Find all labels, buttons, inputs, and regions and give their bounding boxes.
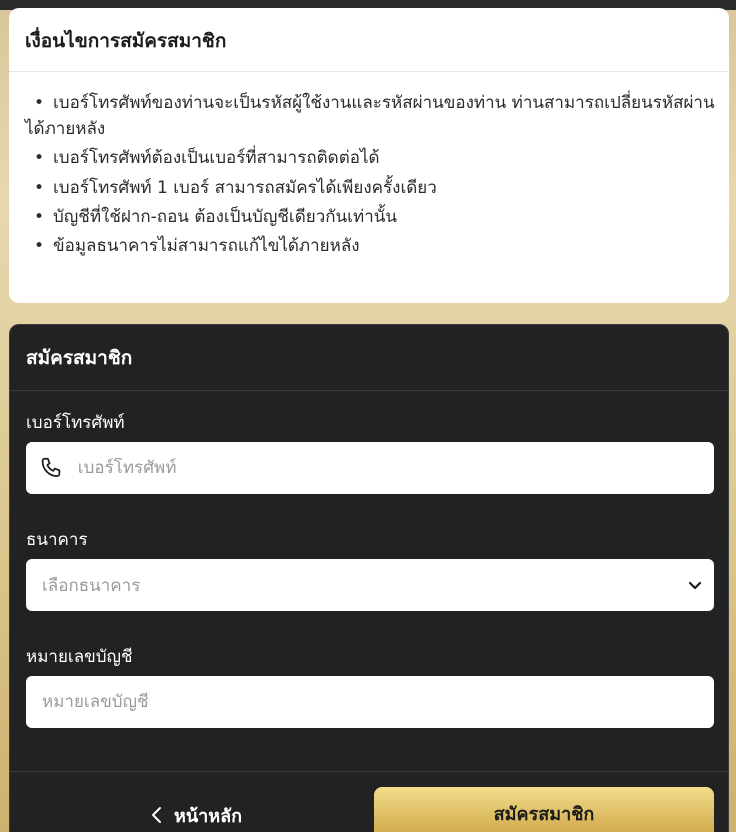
phone-input[interactable] bbox=[77, 458, 714, 478]
bank-select[interactable]: เลือกธนาคาร bbox=[26, 559, 714, 611]
phone-label: เบอร์โทรศัพท์ bbox=[26, 413, 125, 433]
terms-card: เงื่อนไขการสมัครสมาชิก • เบอร์โทรศัพท์ของ… bbox=[9, 8, 729, 303]
account-field[interactable] bbox=[26, 676, 714, 728]
bullet-icon: • bbox=[33, 148, 45, 169]
list-item-text: เบอร์โทรศัพท์ 1 เบอร์ สามารถสมัครได้เพีย… bbox=[53, 177, 437, 198]
bullet-icon: • bbox=[33, 206, 45, 227]
back-home-button[interactable]: หน้าหลัก bbox=[150, 797, 242, 832]
terms-title: เงื่อนไขการสมัครสมาชิก bbox=[9, 8, 729, 72]
phone-field[interactable] bbox=[26, 442, 714, 494]
bank-label: ธนาคาร bbox=[26, 530, 88, 550]
back-home-label: หน้าหลัก bbox=[174, 805, 243, 827]
list-item: • บัญชีที่ใช้ฝาก-ถอน ต้องเป็นบัญชีเดียวกั… bbox=[25, 204, 715, 230]
terms-list: • เบอร์โทรศัพท์ของท่านจะเป็นรหัสผู้ใช้งาน… bbox=[9, 72, 729, 259]
register-form: สมัครสมาชิก เบอร์โทรศัพท์ ธนาคาร เลือกธน… bbox=[9, 324, 729, 832]
chevron-left-icon bbox=[152, 807, 161, 823]
register-button[interactable]: สมัครสมาชิก bbox=[374, 787, 714, 832]
bullet-icon: • bbox=[33, 93, 45, 113]
bullet-icon: • bbox=[33, 235, 45, 256]
bank-select-value: เลือกธนาคาร bbox=[42, 575, 141, 596]
account-label: หมายเลขบัญชี bbox=[26, 647, 133, 667]
list-item-text: เบอร์โทรศัพท์ต้องเป็นเบอร์ที่สามารถติดต่… bbox=[53, 148, 380, 169]
form-title: สมัครสมาชิก bbox=[10, 325, 728, 391]
account-input[interactable] bbox=[42, 692, 714, 712]
list-item-text: บัญชีที่ใช้ฝาก-ถอน ต้องเป็นบัญชีเดียวกัน… bbox=[53, 206, 397, 227]
phone-icon bbox=[26, 455, 78, 481]
list-item: • เบอร์โทรศัพท์ของท่านจะเป็นรหัสผู้ใช้งาน… bbox=[25, 90, 715, 142]
list-item: • ข้อมูลธนาคารไม่สามารถแก้ไขได้ภายหลัง bbox=[25, 233, 715, 259]
list-item: • เบอร์โทรศัพท์ 1 เบอร์ สามารถสมัครได้เพี… bbox=[25, 175, 715, 201]
list-item: • เบอร์โทรศัพท์ต้องเป็นเบอร์ที่สามารถติดต… bbox=[25, 145, 715, 171]
bullet-icon: • bbox=[33, 177, 45, 198]
footer-divider bbox=[10, 771, 728, 772]
chevron-down-icon bbox=[676, 577, 714, 593]
list-item-text: เบอร์โทรศัพท์ของท่านจะเป็นรหัสผู้ใช้งานแ… bbox=[25, 93, 715, 140]
list-item-text: ข้อมูลธนาคารไม่สามารถแก้ไขได้ภายหลัง bbox=[53, 235, 360, 256]
